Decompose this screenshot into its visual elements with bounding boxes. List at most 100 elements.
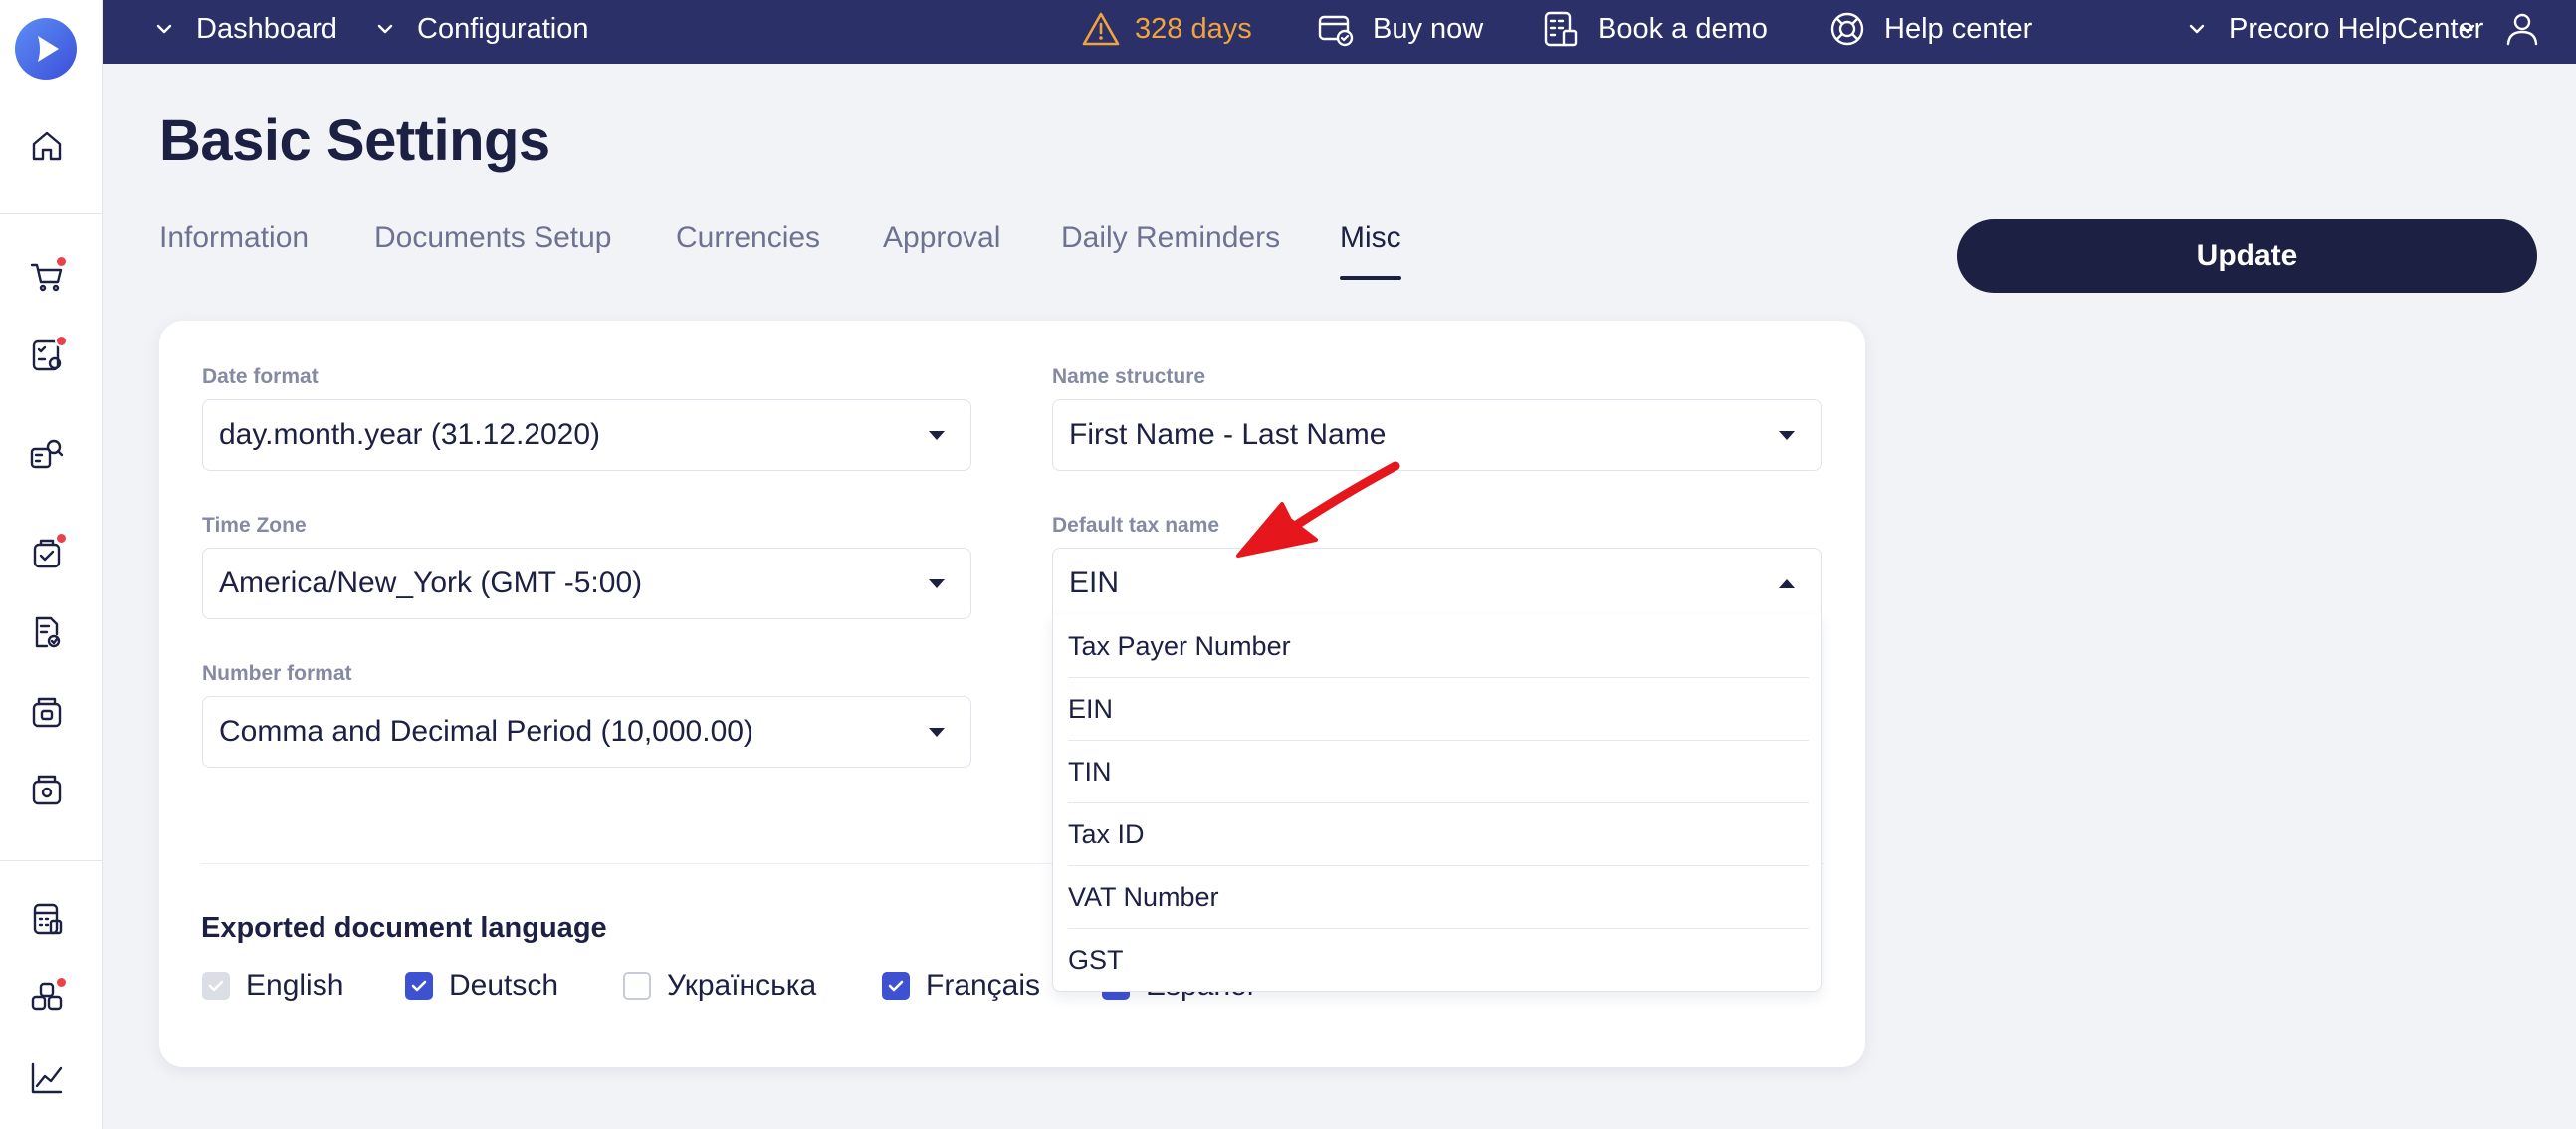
tab-misc[interactable]: Misc	[1340, 221, 1401, 281]
nav-configuration-label: Configuration	[417, 12, 589, 45]
trial-days-label: 328 days	[1135, 12, 1252, 45]
sidebar-divider	[0, 213, 103, 214]
dropdown-option[interactable]: Tax ID	[1053, 803, 1821, 866]
language-label: English	[246, 969, 344, 1002]
time-zone-value: America/New_York (GMT -5:00)	[219, 566, 643, 599]
lifebuoy-icon	[1830, 12, 1864, 46]
time-zone-label: Time Zone	[202, 514, 307, 537]
notification-dot	[55, 976, 68, 989]
number-format-value: Comma and Decimal Period (10,000.00)	[219, 715, 753, 748]
user-icon	[2506, 13, 2538, 46]
dropdown-option[interactable]: GST	[1053, 929, 1821, 992]
option-label: Tax ID	[1068, 819, 1145, 849]
warehouse-icon[interactable]	[26, 769, 68, 810]
option-label: TIN	[1068, 757, 1112, 787]
date-format-label: Date format	[202, 365, 319, 388]
number-format-select[interactable]: Comma and Decimal Period (10,000.00)	[202, 696, 971, 768]
precoro-logo[interactable]	[15, 18, 77, 80]
budget-wallet-icon[interactable]	[26, 691, 68, 733]
checkbox[interactable]	[623, 972, 651, 1000]
chevron-down-icon	[2460, 24, 2475, 34]
supplier-search-icon[interactable]	[26, 434, 68, 476]
date-format-value: day.month.year (31.12.2020)	[219, 418, 601, 451]
tab-currencies[interactable]: Currencies	[676, 221, 820, 281]
name-structure-select[interactable]: First Name - Last Name	[1052, 399, 1822, 471]
caret-down-icon	[929, 728, 945, 737]
chevron-down-icon	[2189, 24, 2205, 34]
check-icon	[411, 980, 427, 992]
checkbox[interactable]	[202, 972, 230, 1000]
dropdown-option[interactable]: TIN	[1053, 741, 1821, 803]
user-menu[interactable]	[2458, 0, 2541, 58]
analytics-chart-icon[interactable]	[26, 1057, 68, 1099]
sidebar-divider	[0, 860, 103, 861]
option-label: GST	[1068, 945, 1124, 975]
company-name-label: Precoro HelpCenter	[2229, 12, 2484, 45]
notification-dot	[55, 335, 68, 347]
export-language-title: Exported document language	[201, 912, 607, 944]
default-tax-name-value: EIN	[1069, 566, 1120, 599]
logo-play-icon	[38, 36, 59, 62]
calculator-icon[interactable]	[26, 898, 68, 940]
nav-configuration[interactable]: Configuration	[375, 0, 589, 58]
check-icon	[208, 980, 224, 992]
trial-days-indicator[interactable]: 328 days	[1081, 0, 1252, 58]
default-tax-name-label: Default tax name	[1052, 514, 1220, 537]
notification-dot	[55, 532, 68, 545]
caret-down-icon	[929, 431, 945, 440]
notification-dot	[55, 255, 68, 268]
warning-icon	[1082, 12, 1120, 46]
caret-down-icon	[1779, 431, 1795, 440]
help-center-link[interactable]: Help center	[1828, 0, 2032, 58]
time-zone-select[interactable]: America/New_York (GMT -5:00)	[202, 548, 971, 619]
language-deutsch[interactable]: Deutsch	[405, 966, 558, 1006]
checkbox[interactable]	[882, 972, 910, 1000]
buy-now-label: Buy now	[1373, 12, 1484, 45]
home-icon[interactable]	[26, 125, 68, 167]
update-button[interactable]: Update	[1957, 219, 2537, 293]
language-label: Deutsch	[449, 969, 559, 1002]
nav-dashboard-label: Dashboard	[196, 12, 337, 45]
nav-dashboard[interactable]: Dashboard	[154, 0, 337, 58]
date-format-select[interactable]: day.month.year (31.12.2020)	[202, 399, 971, 471]
annotation-arrow-icon	[1236, 461, 1400, 558]
tab-documents-setup[interactable]: Documents Setup	[374, 221, 611, 281]
option-label: VAT Number	[1068, 882, 1219, 912]
tab-daily-reminders[interactable]: Daily Reminders	[1061, 221, 1280, 281]
purchase-cart-icon[interactable]	[26, 255, 68, 297]
chevron-down-icon	[377, 24, 393, 34]
caret-down-icon	[929, 579, 945, 588]
language-label: Français	[926, 969, 1041, 1002]
name-structure-label: Name structure	[1052, 365, 1206, 388]
book-demo-link[interactable]: Book a demo	[1542, 0, 1768, 58]
language-french[interactable]: Français	[882, 966, 1040, 1006]
language-english[interactable]: English	[202, 966, 343, 1006]
option-label: EIN	[1068, 694, 1114, 724]
name-structure-value: First Name - Last Name	[1069, 418, 1387, 451]
language-label: Українська	[667, 969, 817, 1002]
payment-card-icon	[1318, 15, 1354, 47]
tab-information[interactable]: Information	[159, 221, 309, 281]
top-bar: Dashboard Configuration 328 days Buy now	[103, 0, 2576, 64]
invoice-icon[interactable]	[26, 611, 68, 653]
tab-approval[interactable]: Approval	[883, 221, 1000, 281]
dropdown-option[interactable]: Tax Payer Number	[1053, 615, 1821, 678]
calendar-icon	[1544, 11, 1578, 47]
number-format-label: Number format	[202, 662, 352, 685]
checkbox[interactable]	[405, 972, 433, 1000]
chevron-down-icon	[156, 24, 172, 34]
tax-name-dropdown: Tax Payer Number EIN TIN Tax ID VAT Numb…	[1052, 615, 1822, 992]
approval-list-icon[interactable]	[26, 335, 68, 376]
check-icon	[888, 980, 904, 992]
integrations-icon[interactable]	[26, 976, 68, 1017]
receipt-check-icon[interactable]	[26, 532, 68, 573]
option-label: Tax Payer Number	[1068, 631, 1291, 661]
dropdown-option[interactable]: VAT Number	[1053, 866, 1821, 929]
language-ukrainian[interactable]: Українська	[623, 966, 816, 1006]
default-tax-name-select[interactable]: EIN	[1052, 548, 1822, 619]
dropdown-option[interactable]: EIN	[1053, 678, 1821, 741]
page-title: Basic Settings	[159, 109, 550, 173]
help-center-label: Help center	[1884, 12, 2033, 45]
buy-now-link[interactable]: Buy now	[1317, 0, 1483, 58]
company-switcher[interactable]: Precoro HelpCenter	[2187, 0, 2483, 58]
